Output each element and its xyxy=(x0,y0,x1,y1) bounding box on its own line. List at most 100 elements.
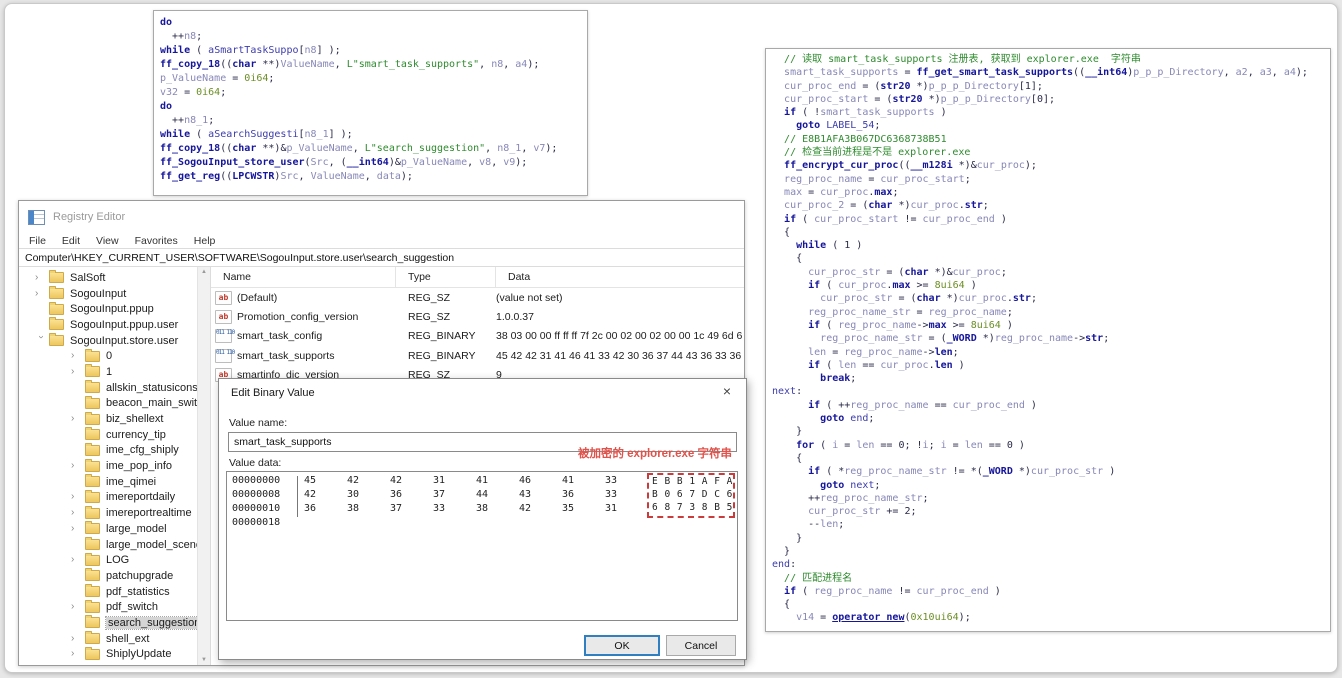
hex-bytes: 45 42 42 31 41 46 41 33 xyxy=(304,474,648,488)
tree-item-allskin_statusiconstatistics[interactable]: allskin_statusiconstatistics xyxy=(19,380,210,396)
code-line: break; xyxy=(820,373,857,385)
value-name-text: (Default) xyxy=(237,291,278,304)
tree-item-large_model[interactable]: › large_model xyxy=(19,521,210,537)
tree-item-patchupgrade[interactable]: patchupgrade xyxy=(19,568,210,584)
registry-titlebar[interactable]: Registry Editor xyxy=(19,201,744,233)
tree-item-ShiplyUpdate[interactable]: › ShiplyUpdate xyxy=(19,646,210,663)
value-row-(Default)[interactable]: ab (Default) REG_SZ (value not set) xyxy=(211,288,744,307)
code-line: --len; xyxy=(772,519,845,531)
code-line: next: xyxy=(772,386,803,398)
code-line: { xyxy=(772,253,803,265)
tree-item-1[interactable]: › 1 xyxy=(19,364,210,380)
close-icon[interactable]: × xyxy=(718,383,736,399)
registry-address-bar[interactable]: Computer\HKEY_CURRENT_USER\SOFTWARE\Sogo… xyxy=(19,249,744,267)
chevron-right-icon[interactable]: › xyxy=(71,461,85,471)
code-line: if ( reg_proc_name != cur_proc_end ) xyxy=(784,585,1001,597)
chevron-right-icon[interactable]: › xyxy=(35,272,49,283)
hex-byte: 35 xyxy=(562,502,575,514)
tree-item-large_model_scene[interactable]: large_model_scene xyxy=(19,537,210,553)
column-header-name[interactable]: Name xyxy=(211,267,396,287)
chevron-right-icon[interactable]: › xyxy=(35,288,49,299)
chevron-right-icon[interactable]: › xyxy=(71,602,85,612)
tree-item-pdf_switch[interactable]: › pdf_switch xyxy=(19,599,210,615)
tree-scrollbar[interactable]: ▲ ▼ xyxy=(197,267,210,665)
tree-item-currency_tip[interactable]: currency_tip xyxy=(19,427,210,443)
hex-ascii-line: B 0 6 7 D C 6 3 xyxy=(652,489,738,501)
tree-item-ime_cfg_shiply[interactable]: ime_cfg_shiply xyxy=(19,442,210,459)
folder-icon xyxy=(85,584,100,598)
chevron-right-icon[interactable]: › xyxy=(71,351,85,361)
tree-item-label: large_model_scene xyxy=(106,538,203,551)
tree-item-label: SalSoft xyxy=(70,271,106,284)
hex-byte: 44 xyxy=(476,488,489,500)
tree-item-shell_ext[interactable]: › shell_ext xyxy=(19,631,210,647)
tree-item-SogouInput.ppup.user[interactable]: SogouInput.ppup.user xyxy=(19,317,210,333)
tree-item-ime_qimei[interactable]: ime_qimei xyxy=(19,474,210,490)
folder-icon xyxy=(85,442,100,456)
tree-item-label: pdf_switch xyxy=(106,601,158,614)
tree-item-imereportrealtime[interactable]: › imereportrealtime xyxy=(19,505,210,521)
ida-code-panel-top: do ++n8; while ( aSmartTaskSuppo[n8] ); ff… xyxy=(153,10,588,196)
tree-item-0[interactable]: › 0 xyxy=(19,348,210,364)
chevron-right-icon[interactable]: › xyxy=(71,649,85,659)
tree-item-SalSoft[interactable]: › SalSoft xyxy=(19,270,210,286)
tree-item-biz_shellext[interactable]: › biz_shellext xyxy=(19,411,210,427)
hex-byte: 42 xyxy=(347,475,360,486)
tree-item-ime_pop_info[interactable]: › ime_pop_info xyxy=(19,458,210,474)
tree-item-label: large_model xyxy=(106,522,167,535)
registry-tree: ▲ ▼ › SalSoft › SogouInput SogouInput.ppup So… xyxy=(19,267,210,665)
chevron-right-icon[interactable]: › xyxy=(71,366,85,377)
code-line: ff_copy_18((char **)&p_ValueName, L"sear… xyxy=(160,143,558,154)
chevron-right-icon[interactable]: › xyxy=(71,633,85,644)
column-header-data[interactable]: Data xyxy=(496,267,744,287)
tree-item-LOG[interactable]: › LOG xyxy=(19,552,210,568)
tree-item-label: imereportdaily xyxy=(106,491,176,504)
list-rows: ab (Default) REG_SZ (value not set) ab Promot… xyxy=(211,288,744,385)
folder-icon xyxy=(85,474,100,488)
tree-item-SogouInput[interactable]: › SogouInput xyxy=(19,286,210,302)
value-data-cell: 1.0.0.37 xyxy=(496,311,534,324)
tree-item-pdf_statistics[interactable]: pdf_statistics xyxy=(19,584,210,600)
tree-item-beacon_main_switch[interactable]: beacon_main_switch xyxy=(19,395,210,412)
cancel-button[interactable]: Cancel xyxy=(666,635,736,656)
menu-item-view[interactable]: View xyxy=(96,235,119,247)
tree-item-SogouInput.ppup[interactable]: SogouInput.ppup xyxy=(19,301,210,317)
scroll-up-icon[interactable]: ▲ xyxy=(201,269,207,275)
code-line: do xyxy=(160,101,173,112)
chevron-right-icon[interactable]: › xyxy=(71,492,85,502)
registry-path: Computer\HKEY_CURRENT_USER\SOFTWARE\Sogo… xyxy=(25,251,455,264)
tree-item-search_suggestion[interactable]: search_suggestion xyxy=(19,615,210,631)
ok-button[interactable]: OK xyxy=(584,635,660,656)
code-line: for ( i = len == 0; !i; i = len == 0 ) xyxy=(796,439,1025,451)
code-line: v32 = 0i64; xyxy=(160,87,227,98)
list-header: Name Type Data xyxy=(211,267,744,288)
hex-editor[interactable]: 00000000 45 42 42 31 41 46 41 33 00000008 42 30 36 37… xyxy=(226,471,738,621)
hex-address: 00000018 xyxy=(232,516,281,528)
chevron-down-icon[interactable]: › xyxy=(36,335,47,349)
menu-item-help[interactable]: Help xyxy=(194,235,216,247)
tree-item-imereportdaily[interactable]: › imereportdaily xyxy=(19,489,210,506)
menu-item-edit[interactable]: Edit xyxy=(62,235,80,247)
value-name-cell: 011 110 smart_task_config xyxy=(211,329,396,344)
menu-item-favorites[interactable]: Favorites xyxy=(135,235,178,247)
value-type-cell: REG_SZ xyxy=(408,311,451,324)
tree-item-label: ime_pop_info xyxy=(106,460,173,473)
value-row-smart_task_config[interactable]: 011 110 smart_task_config REG_BINARY 38 03 … xyxy=(211,327,744,346)
hex-bytes: 36 38 37 33 38 42 35 31 xyxy=(304,502,648,516)
column-header-type[interactable]: Type xyxy=(396,267,496,287)
code-line: reg_proc_name_str = (_WORD *)reg_proc_na… xyxy=(820,333,1110,345)
value-row-smart_task_supports[interactable]: 011 110 smart_task_supports REG_BINARY 45 4… xyxy=(211,346,744,365)
code-line: if ( cur_proc_start != cur_proc_end ) xyxy=(784,213,1007,225)
window-title: Registry Editor xyxy=(53,211,126,223)
chevron-right-icon[interactable]: › xyxy=(71,555,85,565)
scroll-down-icon[interactable]: ▼ xyxy=(198,655,210,665)
tree-item-SogouInput.store.user[interactable]: › SogouInput.store.user xyxy=(19,333,210,349)
menu-item-file[interactable]: File xyxy=(29,235,46,247)
tree-item-label: ShiplyUpdate xyxy=(106,648,172,661)
hex-ascii-line: E B B 1 A F A 3 xyxy=(652,476,738,487)
code-line: // 匹配进程名 xyxy=(784,572,853,584)
chevron-right-icon[interactable]: › xyxy=(71,508,85,518)
value-row-Promotion_config_version[interactable]: ab Promotion_config_version REG_SZ 1.0.0.37 xyxy=(211,307,744,326)
chevron-right-icon[interactable]: › xyxy=(71,523,85,534)
chevron-right-icon[interactable]: › xyxy=(71,414,85,424)
